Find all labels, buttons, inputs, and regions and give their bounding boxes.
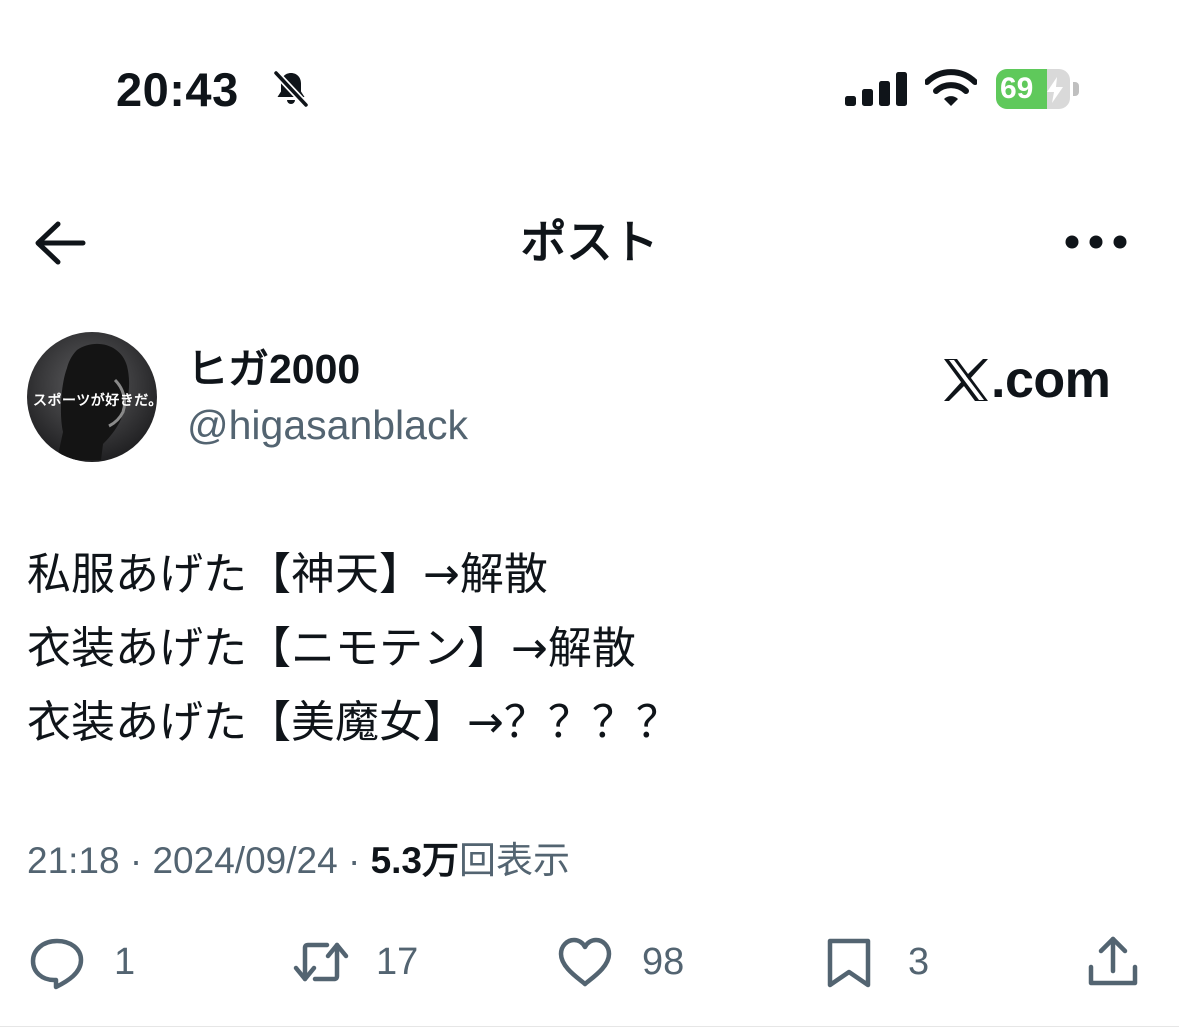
author-handle[interactable]: @higasanblack xyxy=(187,400,468,450)
post-date[interactable]: 2024/09/24 xyxy=(152,840,337,881)
repost-icon xyxy=(293,942,349,982)
tweet-line: 私服あげた【神天】→解散 xyxy=(27,549,548,600)
author-display-name[interactable]: ヒガ2000 xyxy=(187,344,360,394)
tweet-line: 衣装あげた【ニモテン】→解散 xyxy=(27,623,636,674)
repost-button[interactable]: 17 xyxy=(288,932,418,992)
views-count[interactable]: 5.3万 xyxy=(371,840,459,881)
views-label[interactable]: 回表示 xyxy=(459,840,570,881)
brand-domain: .com xyxy=(991,351,1111,409)
status-time: 20:43 xyxy=(116,63,239,116)
avatar[interactable]: スポーツが好きだ。 xyxy=(27,332,157,462)
battery-indicator: 69 xyxy=(996,69,1070,109)
reply-button[interactable]: 1 xyxy=(28,932,135,992)
like-button[interactable]: 98 xyxy=(556,932,684,992)
reply-count: 1 xyxy=(114,941,136,983)
share-button[interactable] xyxy=(1084,932,1142,992)
heart-icon xyxy=(558,937,612,987)
post-time[interactable]: 21:18 xyxy=(27,840,120,881)
ellipsis-icon[interactable] xyxy=(1064,233,1128,251)
reply-bubble-icon xyxy=(30,938,84,990)
avatar-caption: スポーツが好きだ。 xyxy=(33,392,157,408)
share-icon xyxy=(1088,936,1138,986)
wifi-icon xyxy=(925,69,977,106)
bookmark-count: 3 xyxy=(908,941,930,983)
x-logo-icon xyxy=(944,359,988,401)
bookmark-button[interactable]: 3 xyxy=(820,932,929,992)
tweet-line: 衣装あげた【美魔女】→？？？？ xyxy=(27,697,680,748)
avatar-red-mark xyxy=(147,340,157,370)
bookmark-icon xyxy=(827,938,871,988)
battery-percent: 69 xyxy=(1000,72,1034,105)
x-com-watermark: .com xyxy=(943,350,1111,410)
cellular-signal-icon xyxy=(845,72,907,106)
meta-separator: · xyxy=(129,840,143,881)
bottom-divider xyxy=(0,1026,1179,1027)
repost-count: 17 xyxy=(376,941,419,983)
page-title: ポスト xyxy=(520,216,659,268)
meta-separator: · xyxy=(347,840,361,881)
tweet-text: 私服あげた【神天】→解散 衣装あげた【ニモテン】→解散 衣装あげた【美魔女】→？… xyxy=(27,538,1147,760)
charging-bolt-icon xyxy=(1047,77,1063,103)
battery-cap xyxy=(1073,82,1079,96)
like-count: 98 xyxy=(642,941,685,983)
bell-slash-icon xyxy=(272,69,310,109)
tweet-meta: 21:18 · 2024/09/24 · 5.3万回表示 xyxy=(27,838,570,884)
